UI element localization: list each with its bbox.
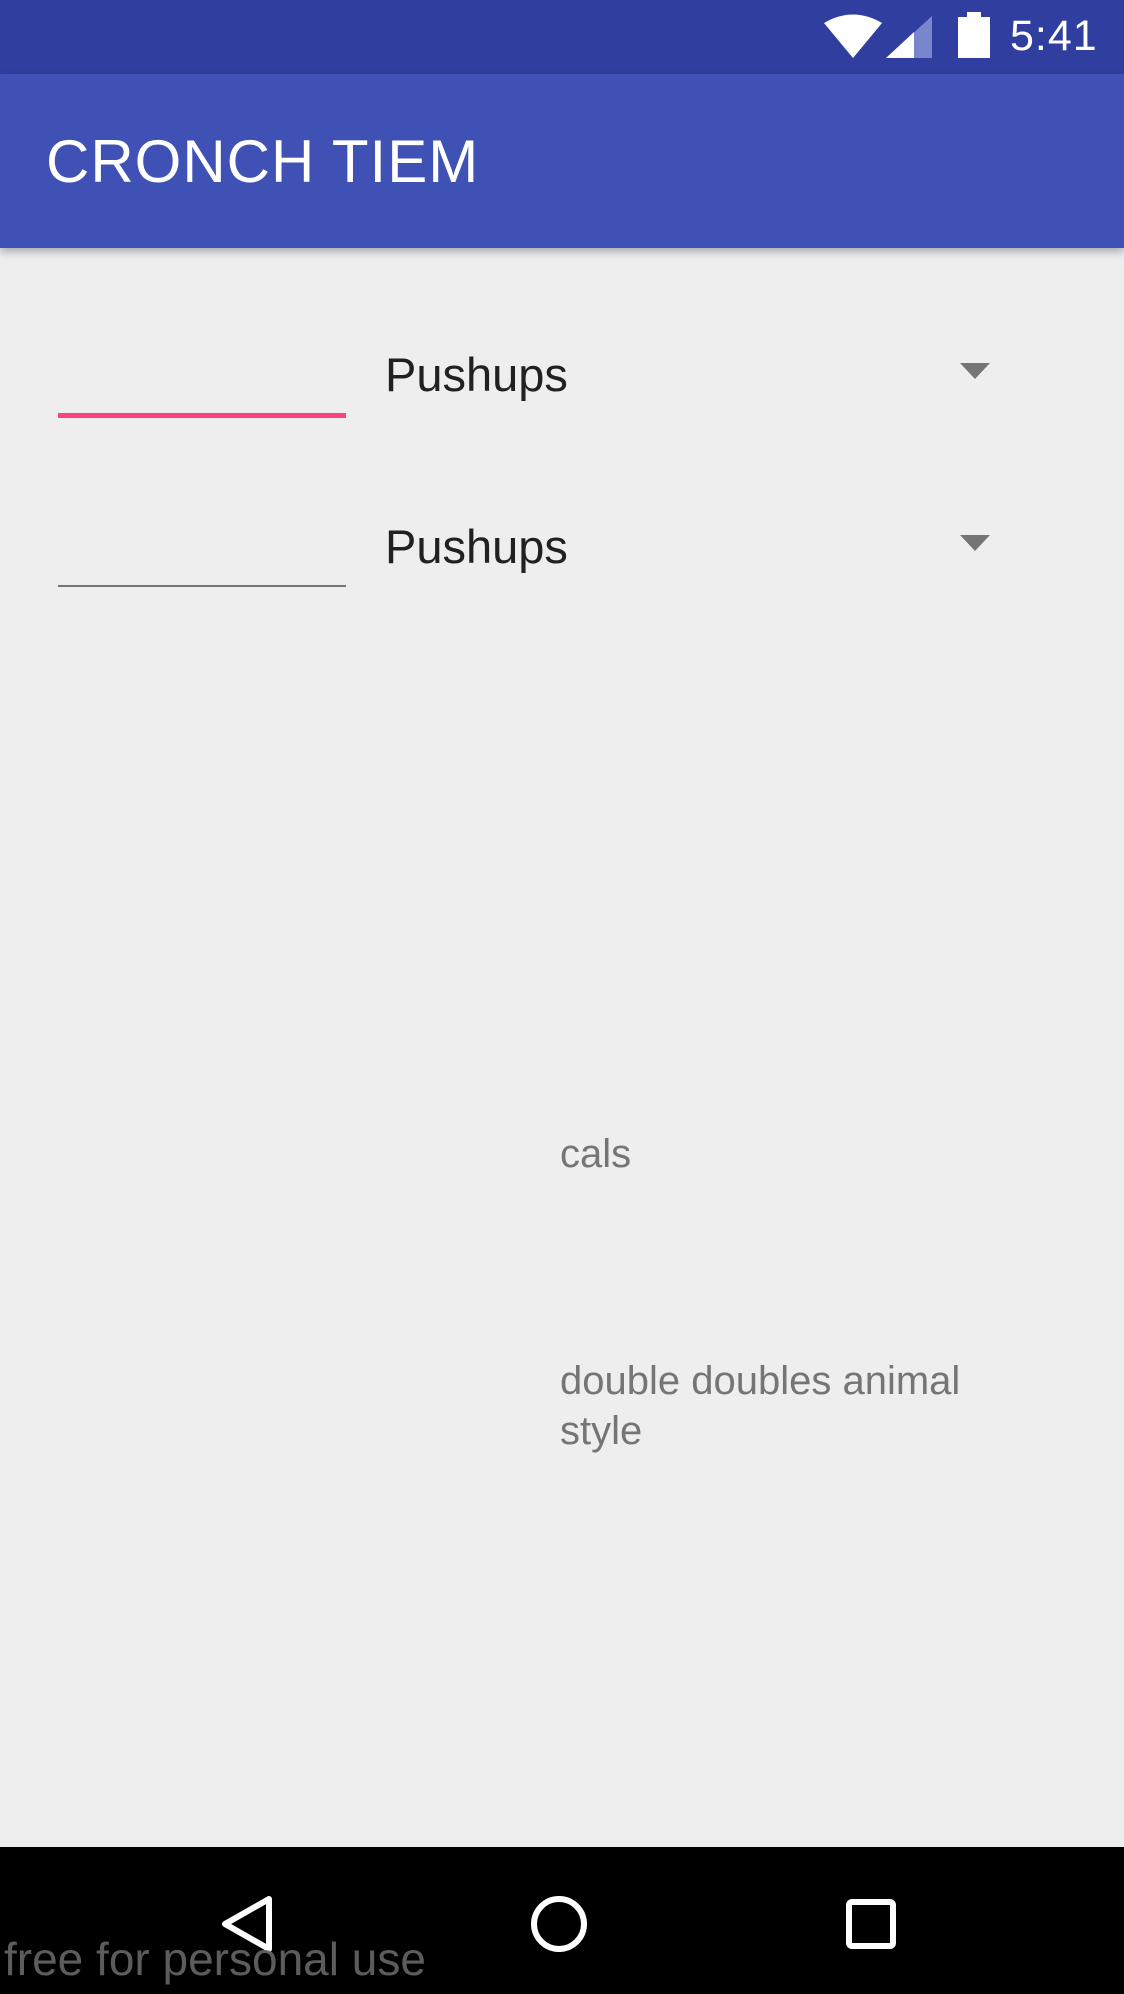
status-time: 5:41: [1010, 12, 1098, 60]
app-bar: CRONCH TIEM: [0, 74, 1124, 248]
reps-input-2[interactable]: [58, 585, 346, 587]
wifi-icon: [824, 14, 882, 58]
watermark: free for personal use: [4, 1933, 426, 1985]
dropdown-arrow-icon[interactable]: [960, 535, 990, 551]
food-equivalent-label: double doubles animal style: [560, 1359, 961, 1453]
battery-icon: [958, 12, 990, 58]
calories-label: cals: [560, 1132, 632, 1176]
exercise-spinner-2[interactable]: Pushups: [385, 520, 568, 574]
status-bar: 5:41: [0, 0, 1124, 74]
signal-icon: [886, 16, 932, 58]
dropdown-arrow-icon[interactable]: [960, 363, 990, 379]
exercise-spinner-1[interactable]: Pushups: [385, 348, 568, 402]
app-title: CRONCH TIEM: [46, 128, 480, 195]
recents-icon[interactable]: [846, 1899, 896, 1949]
home-icon[interactable]: [530, 1895, 588, 1953]
reps-input-1[interactable]: [58, 413, 346, 418]
